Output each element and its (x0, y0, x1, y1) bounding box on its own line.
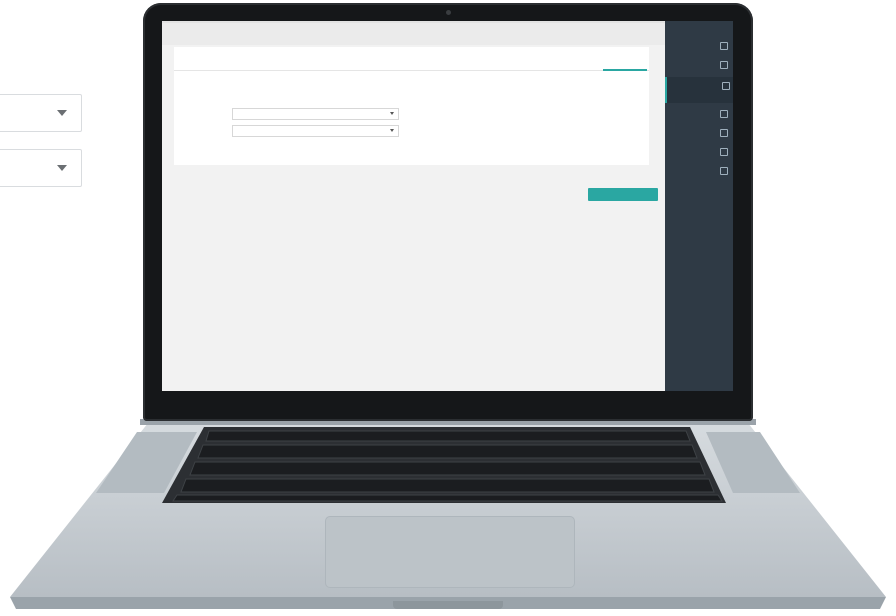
top-bar-line (162, 21, 665, 23)
sidebar-item[interactable] (665, 56, 733, 73)
sidebar-item[interactable] (665, 105, 733, 122)
front-notch (393, 601, 503, 609)
camera-icon (446, 10, 451, 15)
panel-tab[interactable] (603, 56, 645, 68)
field-label (595, 108, 639, 119)
support-icon (720, 61, 728, 69)
user-icon (720, 110, 728, 118)
sidebar-item-active[interactable] (665, 77, 733, 103)
list-icon (720, 167, 728, 175)
keyboard-keys (172, 430, 723, 502)
form-row-1 (199, 108, 639, 120)
sidebar-item-label (675, 147, 719, 156)
sidebar (665, 21, 733, 391)
sidebar-item[interactable] (665, 37, 733, 54)
sidebar-item-label (675, 109, 719, 118)
home-icon (720, 42, 728, 50)
form-row-2 (199, 125, 639, 137)
tab-divider (174, 70, 649, 71)
sidebar-item[interactable] (665, 162, 733, 179)
caret-down-icon (390, 129, 394, 132)
field-select-1[interactable] (232, 108, 399, 120)
dashboard-icon (720, 148, 728, 156)
sidebar-item-label (675, 128, 719, 137)
submit-button[interactable] (588, 188, 658, 201)
sidebar-item[interactable] (665, 124, 733, 141)
sidebar-item-label (675, 60, 719, 69)
caret-down-icon (390, 112, 394, 115)
sidebar-item-label (677, 81, 721, 90)
chart-icon (720, 129, 728, 137)
sidebar-item[interactable] (665, 143, 733, 160)
laptop-screen (162, 21, 733, 391)
description-text (379, 85, 639, 103)
laptop-mockup (0, 0, 896, 616)
top-bar (162, 21, 665, 45)
sidebar-item-label (675, 166, 719, 175)
field-select-2[interactable] (232, 125, 399, 137)
field-label (595, 125, 639, 136)
trackpad (325, 516, 575, 588)
tab-active-indicator (603, 69, 647, 71)
form-panel (174, 47, 649, 165)
document-icon (722, 82, 730, 90)
sidebar-item-label (675, 41, 719, 50)
